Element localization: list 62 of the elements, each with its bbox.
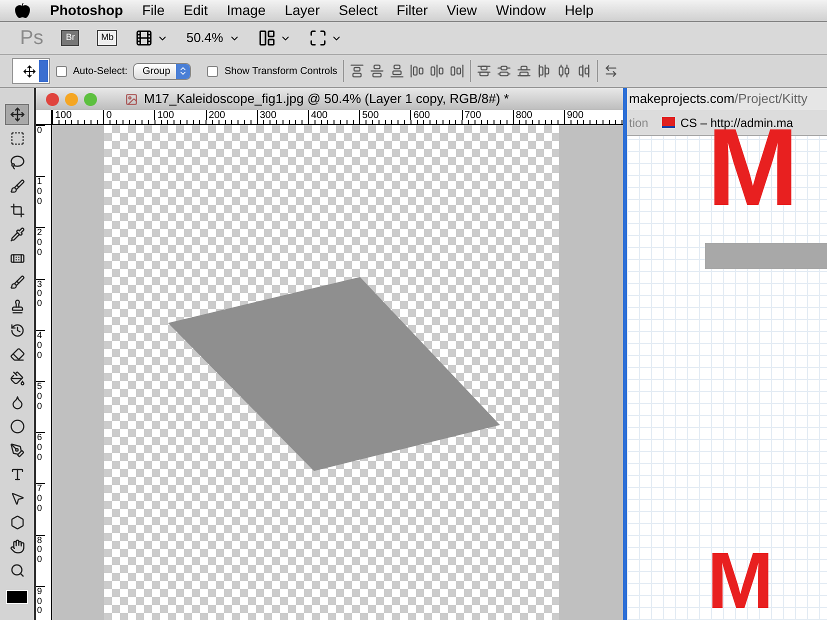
ruler-label: 400 — [36, 330, 45, 381]
ruler-label: 500 — [36, 380, 45, 432]
bridge-button[interactable]: Br — [61, 30, 80, 46]
menu-item[interactable]: Edit — [184, 0, 208, 21]
ruler-label: 900 — [36, 586, 45, 620]
menu-item[interactable]: Filter — [396, 0, 428, 21]
ruler-label: 700 — [36, 483, 45, 534]
move-tool-icon — [23, 64, 36, 78]
film-icon[interactable] — [135, 29, 154, 47]
ruler-label: 200 — [36, 227, 45, 279]
distribute-center-icon[interactable] — [557, 64, 572, 78]
mini-bridge-button[interactable]: Mb — [97, 30, 118, 46]
address-bar[interactable]: makeprojects.com/Project/Kitty — [627, 88, 827, 110]
url-path: /Project/Kitty — [734, 90, 808, 108]
url-domain: makeprojects.com — [629, 90, 734, 108]
stepper-icon — [178, 66, 188, 76]
distribute-left-icon[interactable] — [537, 64, 552, 78]
menu-item[interactable]: File — [142, 0, 165, 21]
document-title: M17_Kaleidoscope_fig1.jpg @ 50.4% (Layer 1 copy, RGB/8#) * — [144, 90, 509, 108]
color-swatch-icon[interactable] — [6, 590, 28, 604]
ruler-label: 0 — [36, 125, 45, 176]
ruler-label: 800 — [36, 534, 45, 586]
auto-align-icon[interactable] — [604, 64, 618, 78]
group-dropdown[interactable]: Group — [133, 62, 192, 80]
tool-preset-button[interactable] — [12, 58, 50, 84]
ruler-label: 500 — [359, 110, 410, 120]
menu-item[interactable]: Image — [226, 0, 266, 21]
document-icon — [125, 92, 138, 106]
distribute-top-icon[interactable] — [477, 64, 492, 78]
screen-mode-icon[interactable] — [309, 29, 328, 47]
align-middle-icon[interactable] — [370, 64, 384, 78]
menu-item[interactable]: Select — [338, 0, 378, 21]
arrange-icon[interactable] — [258, 29, 276, 47]
menu-item[interactable]: Photoshop — [50, 0, 124, 21]
menu-item[interactable]: Help — [564, 0, 594, 21]
ruler-label: 100 — [36, 176, 45, 228]
ruler-label: 600 — [36, 432, 45, 484]
align-top-icon[interactable] — [350, 64, 364, 78]
align-bottom-icon[interactable] — [390, 64, 404, 78]
align-center-icon[interactable] — [430, 64, 444, 78]
distribute-middle-icon[interactable] — [497, 64, 512, 78]
logo-letter: M — [707, 128, 800, 208]
checkbox[interactable] — [207, 66, 218, 76]
menu-item[interactable]: View — [446, 0, 477, 21]
zoom-dropdown[interactable]: 50.4% — [186, 28, 240, 48]
close-button[interactable] — [46, 92, 59, 106]
align-left-icon[interactable] — [410, 64, 424, 78]
move-tool-icon[interactable] — [5, 104, 29, 125]
apple-icon[interactable] — [14, 2, 31, 19]
ruler-label: 300 — [36, 278, 45, 330]
distribute-right-icon[interactable] — [577, 64, 592, 78]
menu-item[interactable]: Layer — [284, 0, 320, 21]
logo-letter: M — [707, 546, 775, 616]
align-right-icon[interactable] — [450, 64, 464, 78]
checkbox[interactable] — [56, 66, 67, 76]
favicon-icon — [662, 117, 676, 128]
menu-item[interactable]: Window — [496, 0, 546, 21]
ruler-label: 0 — [103, 110, 154, 120]
app-logo: Ps — [20, 26, 44, 51]
distribute-bottom-icon[interactable] — [517, 64, 532, 78]
auto-select-label: Auto-Select: — [73, 64, 128, 78]
transform-controls-label: Show Transform Controls — [224, 64, 338, 78]
